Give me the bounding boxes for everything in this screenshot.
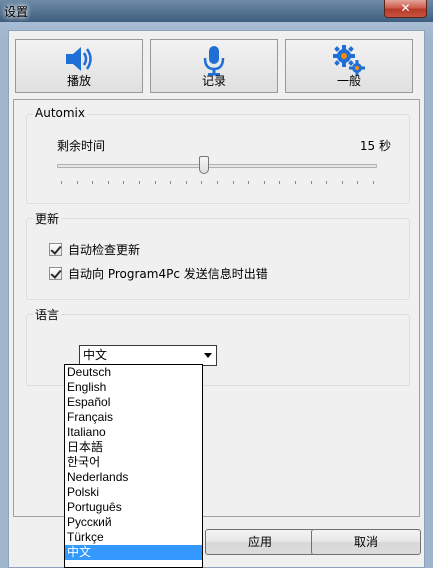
language-option[interactable]: 日本語 (65, 440, 202, 455)
language-option[interactable]: Français (65, 410, 202, 425)
tab-general[interactable]: 一般 (285, 39, 413, 93)
remaining-time-value: 15 秒 (359, 139, 391, 153)
language-option[interactable]: Español (65, 395, 202, 410)
language-option[interactable]: English (65, 380, 202, 395)
update-group: 更新 自动检查更新 自动向 Program4Pc 发送信息时出错 (26, 210, 410, 300)
language-option-selected[interactable]: 中文 (65, 545, 202, 560)
language-title: 语言 (33, 306, 62, 323)
language-selected-value: 中文 (83, 348, 108, 362)
automix-slider-thumb[interactable] (199, 156, 210, 174)
slider-tick (92, 181, 94, 184)
slider-tick (217, 181, 218, 184)
tab-general-label: 一般 (336, 74, 361, 88)
tab-play[interactable]: 播放 (15, 39, 143, 93)
language-option[interactable]: Polski (65, 485, 202, 500)
slider-tick (295, 181, 296, 184)
tab-record-label: 记录 (201, 74, 226, 88)
send-error-row[interactable]: 自动向 Program4Pc 发送信息时出错 (49, 265, 268, 281)
slider-ticks (61, 181, 374, 185)
tab-play-label: 播放 (66, 74, 91, 88)
slider-tick (373, 181, 374, 184)
window-title: 设置 (4, 5, 29, 19)
update-title: 更新 (33, 210, 62, 227)
close-button[interactable]: ✕ (384, 0, 427, 18)
slider-tick (232, 181, 234, 184)
slider-tick (248, 181, 250, 184)
language-option[interactable]: Türkçe (65, 530, 202, 545)
apply-button[interactable]: 应用 (205, 529, 315, 555)
chevron-down-icon[interactable] (204, 353, 212, 358)
automix-title: Automix (33, 106, 87, 120)
slider-tick (263, 181, 265, 184)
slider-tick (201, 181, 203, 184)
language-option[interactable]: Русский (65, 515, 202, 530)
language-option[interactable]: 한국어 (65, 455, 202, 470)
auto-check-checkbox[interactable] (49, 242, 62, 256)
slider-tick (61, 181, 62, 184)
cancel-button[interactable]: 取消 (311, 529, 421, 555)
slider-tick (279, 181, 281, 184)
language-option[interactable]: Italiano (65, 425, 202, 440)
remaining-time-label: 剩余时间 (57, 139, 106, 153)
language-option[interactable]: Português (65, 500, 202, 515)
automix-group: Automix 剩余时间 15 秒 (26, 106, 410, 204)
automix-slider-track[interactable] (57, 164, 377, 168)
slider-tick (154, 181, 156, 184)
send-error-label: 自动向 Program4Pc 发送信息时出错 (68, 266, 268, 281)
slider-tick (185, 181, 187, 184)
title-bar[interactable]: 设置 ✕ (0, 0, 433, 22)
auto-check-row[interactable]: 自动检查更新 (49, 241, 140, 257)
slider-tick (326, 181, 328, 184)
slider-tick (107, 181, 109, 184)
send-error-checkbox[interactable] (49, 266, 62, 280)
language-option[interactable]: Nederlands (65, 470, 202, 485)
language-select[interactable]: 中文 (79, 345, 217, 366)
slider-tick (76, 181, 78, 184)
language-dropdown-list[interactable]: Deutsch English Español Français Italian… (64, 364, 203, 568)
slider-tick (139, 181, 140, 184)
language-option[interactable]: Deutsch (65, 365, 202, 380)
slider-tick (170, 181, 172, 184)
slider-tick (357, 181, 359, 184)
auto-check-label: 自动检查更新 (68, 242, 141, 257)
tab-record[interactable]: 记录 (150, 39, 278, 93)
slider-tick (341, 181, 343, 184)
slider-tick (123, 181, 125, 184)
slider-tick (310, 181, 312, 184)
